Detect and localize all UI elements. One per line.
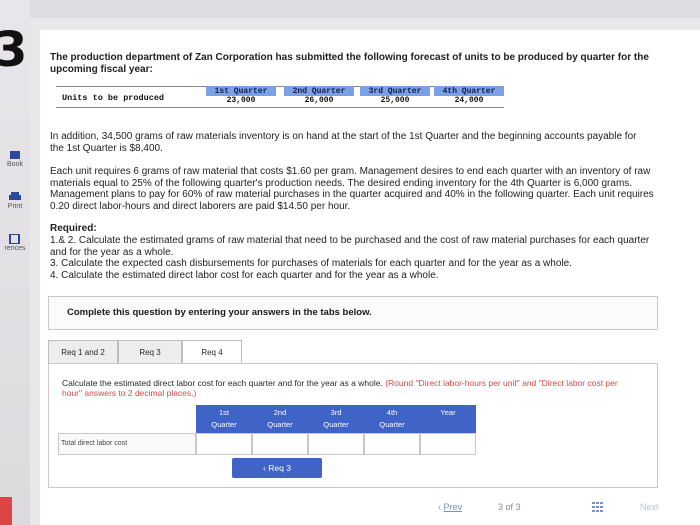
grid-header-line1: 4th bbox=[386, 408, 398, 417]
grid-header-line2: Quarter bbox=[379, 420, 405, 429]
required-heading: Required: bbox=[50, 223, 97, 234]
grid-header-line1: 3rd bbox=[330, 408, 342, 417]
answer-input-q1[interactable] bbox=[196, 433, 252, 455]
grid-header-line1: 1st bbox=[218, 408, 229, 417]
references-icon bbox=[9, 234, 20, 244]
units-row-label: Units to be produced bbox=[62, 93, 165, 103]
quarter-header: 4th Quarter bbox=[434, 86, 504, 96]
rail-print-label: Print bbox=[7, 203, 23, 210]
grid-header-q4: 4th Quarter bbox=[364, 405, 420, 433]
tab-req-1-and-2[interactable]: Req 1 and 2 bbox=[48, 340, 118, 364]
grid-row-label: Total direct labor cost bbox=[58, 433, 196, 455]
back-to-req-3-button[interactable]: ‹ Req 3 bbox=[232, 458, 322, 478]
grid-header-q3: 3rd Quarter bbox=[308, 405, 364, 433]
tab-req-4[interactable]: Req 4 bbox=[182, 340, 242, 364]
addition-text: In addition, 34,500 grams of raw materia… bbox=[50, 131, 637, 154]
quarter-value: 24,000 bbox=[454, 96, 484, 105]
chevron-left-icon: ‹ bbox=[263, 463, 266, 473]
units-table: Units to be produced 1st Quarter 23,000 … bbox=[56, 86, 504, 108]
intro-text: The production department of Zan Corpora… bbox=[50, 52, 649, 75]
prev-link[interactable]: ‹ Prev bbox=[438, 502, 462, 512]
answer-input-year[interactable] bbox=[420, 433, 476, 455]
tab-req-3[interactable]: Req 3 bbox=[118, 340, 182, 364]
grid-header-year: Year bbox=[420, 405, 476, 433]
next-label: Next bbox=[640, 502, 659, 512]
quarter-header: 1st Quarter bbox=[206, 86, 276, 96]
grid-header-line1: 2nd bbox=[273, 408, 287, 417]
panel-instructions: Calculate the estimated direct labor cos… bbox=[62, 378, 622, 398]
print-icon bbox=[9, 192, 21, 200]
prev-label: Prev bbox=[443, 502, 463, 512]
grid-header-q2: 2nd Quarter bbox=[252, 405, 308, 433]
grid-header-line2: Quarter bbox=[267, 420, 293, 429]
rail-book-label: Book bbox=[7, 161, 23, 168]
problem-number: 3 bbox=[0, 22, 28, 78]
grid-header-q1: 1st Quarter bbox=[196, 405, 252, 433]
details-text: Each unit requires 6 grams of raw materi… bbox=[50, 166, 654, 212]
rail-book[interactable]: Book bbox=[0, 150, 30, 168]
page-indicator: 3 of 3 bbox=[498, 502, 521, 512]
panel-instruction-text: Calculate the estimated direct labor cos… bbox=[62, 378, 383, 388]
answer-input-q3[interactable] bbox=[308, 433, 364, 455]
quarter-col-1: 1st Quarter 23,000 bbox=[206, 86, 276, 108]
answer-input-q4[interactable] bbox=[364, 433, 420, 455]
instructions-text: Complete this question by entering your … bbox=[67, 307, 372, 318]
quarter-col-3: 3rd Quarter 25,000 bbox=[360, 86, 430, 108]
browser-top-band bbox=[0, 0, 700, 18]
required-item: 1.& 2. Calculate the estimated grams of … bbox=[50, 235, 650, 258]
quarter-value: 25,000 bbox=[380, 96, 410, 105]
quarter-col-4: 4th Quarter 24,000 bbox=[434, 86, 504, 108]
rail-references-label: rences bbox=[4, 245, 26, 252]
quarter-value: 23,000 bbox=[226, 96, 256, 105]
required-item: 3. Calculate the expected cash disbursem… bbox=[50, 258, 572, 269]
page-of: of bbox=[505, 502, 514, 512]
page-current: 3 bbox=[498, 502, 504, 512]
grid-header-line2: Year bbox=[440, 408, 456, 417]
page-total: 3 bbox=[515, 502, 521, 512]
required-item: 4. Calculate the estimated direct labor … bbox=[50, 270, 439, 281]
grid-header-line2: Quarter bbox=[211, 420, 237, 429]
rail-print[interactable]: Print bbox=[0, 192, 30, 210]
rail-bottom-tab[interactable] bbox=[0, 497, 12, 525]
instructions-box: Complete this question by entering your … bbox=[48, 296, 658, 330]
answer-input-q2[interactable] bbox=[252, 433, 308, 455]
quarter-col-2: 2nd Quarter 26,000 bbox=[284, 86, 354, 108]
quarter-header: 3rd Quarter bbox=[360, 86, 430, 96]
book-icon bbox=[10, 151, 20, 159]
quarter-value: 26,000 bbox=[304, 96, 334, 105]
grid-header-line2: Quarter bbox=[323, 420, 349, 429]
grid-view-icon[interactable] bbox=[592, 502, 604, 512]
next-link[interactable]: Next bbox=[640, 502, 659, 512]
left-rail: 3 Book Print rences bbox=[0, 0, 30, 525]
back-button-label: Req 3 bbox=[268, 463, 291, 473]
quarter-header: 2nd Quarter bbox=[284, 86, 354, 96]
rail-references[interactable]: rences bbox=[0, 234, 30, 252]
chevron-left-icon: ‹ bbox=[438, 502, 441, 512]
